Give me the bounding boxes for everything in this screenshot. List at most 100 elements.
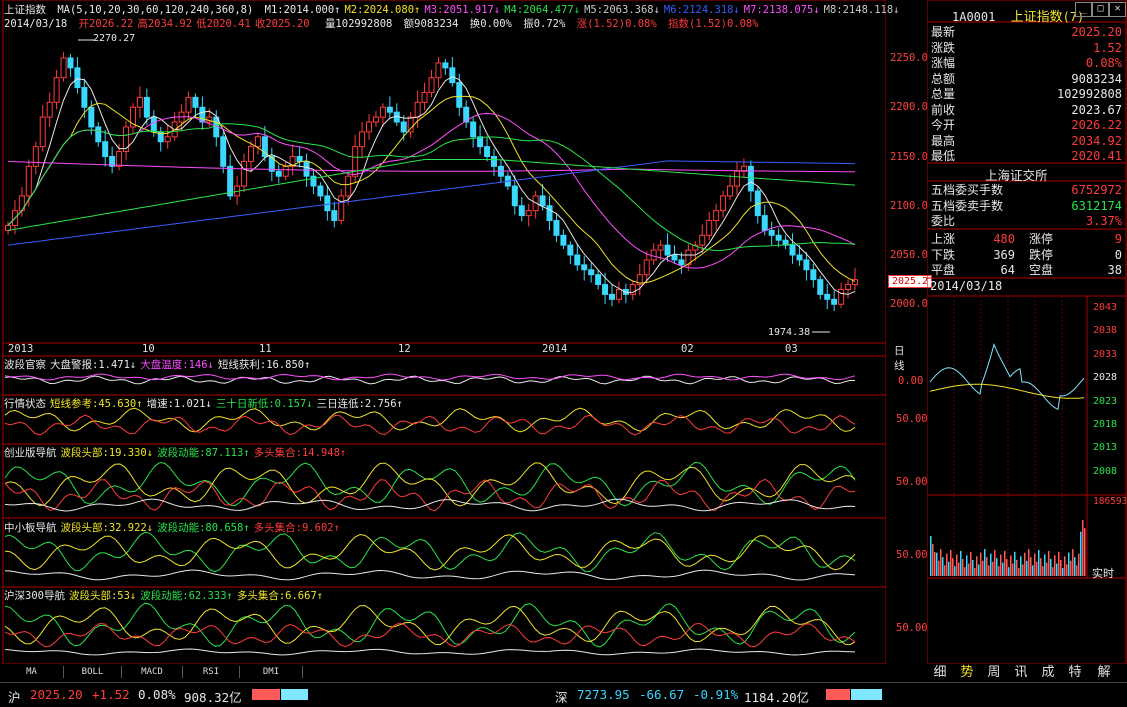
order-book-value: 3.37%	[1085, 214, 1122, 228]
tab-detail[interactable]: 细	[930, 664, 950, 682]
header-amplitude: 振0.72%	[523, 18, 566, 30]
panel-2-line-a	[4, 407, 856, 433]
intraday-volume-bar	[980, 552, 982, 576]
quote-value: 2020.41	[1071, 149, 1122, 163]
header-change: 涨(1.52)0.08%	[576, 18, 657, 30]
intraday-volume-bar	[964, 567, 966, 576]
intraday-volume-bar	[946, 553, 948, 576]
intraday-volume-bar	[982, 560, 984, 576]
intraday-volume-bar	[1066, 564, 1068, 576]
candle-body	[359, 131, 366, 148]
intraday-volume-bar	[984, 549, 986, 576]
intraday-volume-bar	[1006, 559, 1008, 576]
tab-week[interactable]: 周	[984, 664, 1004, 682]
intraday-volume-bar	[976, 556, 978, 576]
candle-body	[553, 220, 560, 236]
tab-special[interactable]: 特	[1065, 664, 1085, 682]
tab-dmi[interactable]: DMI	[240, 666, 303, 678]
panel-1-axis: 0.00	[898, 375, 924, 387]
quote-row: 最高 2034.92	[931, 134, 1122, 149]
mini-chart-tick: 2043	[1093, 302, 1118, 313]
maximize-button[interactable]: □	[1092, 2, 1109, 17]
candle-body	[136, 96, 143, 108]
order-book-label: 五档委卖手数	[931, 198, 1004, 213]
price-tick-2100: 2100.0	[890, 200, 928, 212]
intraday-volume-bar	[1074, 557, 1076, 576]
security-name: 上证指数	[1010, 10, 1063, 25]
candle-body	[435, 62, 442, 79]
tab-rsi[interactable]: RSI	[183, 666, 240, 678]
tab-trades[interactable]: 成	[1038, 664, 1058, 682]
panel-2-item-1: 短线参考:45.630↑	[50, 398, 143, 410]
mini-chart-tick: 2033	[1093, 348, 1118, 360]
main-chart[interactable]: 上证指数 MA(5,10,20,30,60,120,240,360,8) M1:…	[0, 0, 933, 664]
intraday-volume-bar	[1020, 556, 1022, 576]
panel-2-axis: 50.00	[896, 413, 928, 425]
candle-body	[324, 195, 331, 212]
intraday-volume-bar	[1082, 520, 1084, 576]
candle-body	[643, 259, 650, 276]
high-annotation: 2270.27	[93, 33, 136, 44]
security-code: 1A0001	[952, 10, 996, 24]
intraday-volume-bar	[1022, 564, 1024, 576]
quote-row: 总额 9083234	[931, 72, 1122, 87]
tab-macd[interactable]: MACD	[122, 666, 183, 678]
candle-body	[678, 259, 685, 266]
tab-boll[interactable]: BOLL	[64, 666, 122, 678]
intraday-volume-bar	[960, 550, 962, 576]
sh-change: +1.52	[92, 687, 130, 702]
candle-body	[671, 254, 678, 261]
candle-body	[706, 220, 713, 236]
sz-breadth-bar	[826, 689, 882, 700]
candle-body	[296, 156, 303, 162]
intraday-volume-bar	[1016, 559, 1018, 576]
order-book-label: 委比	[931, 214, 956, 228]
tab-news[interactable]: 讯	[1011, 664, 1031, 682]
breadth-value: 38	[1107, 263, 1122, 277]
intraday-volume-bar	[1054, 555, 1056, 576]
breadth-row: 平盘 64 空盘 38	[931, 263, 1122, 278]
intraday-volume-bar	[1042, 566, 1044, 576]
candle-body	[824, 293, 831, 300]
mini-chart-tick: 2008	[1093, 465, 1118, 477]
ma-value-1: M1:2014.000↑	[264, 4, 341, 16]
intraday-volume-bar	[1064, 556, 1066, 576]
sh-amount: 908.32亿	[184, 690, 242, 705]
candle-body	[442, 62, 449, 69]
intraday-volume-bar	[974, 568, 976, 576]
realtime-label[interactable]: 实时	[1092, 565, 1114, 581]
tab-trend[interactable]: 势	[957, 664, 977, 682]
candle-body	[220, 136, 227, 167]
price-tick-2200: 2200.0	[890, 101, 928, 113]
candle-body	[747, 165, 754, 192]
intraday-volume-bar	[1002, 562, 1004, 576]
panel-3-line-c	[4, 478, 856, 512]
ohlc-header: 2014/03/18 开2026.22 高2034.92 低2020.41 收2025…	[4, 18, 764, 31]
quote-row: 涨跌 1.52	[931, 41, 1122, 56]
close-button[interactable]: ✕	[1109, 2, 1126, 17]
ma-value-4: M4:2064.477↓	[504, 4, 581, 16]
intraday-volume-bar	[1080, 531, 1082, 576]
intraday-volume-bar	[1078, 553, 1080, 576]
panel-3-line-b	[4, 462, 856, 507]
tab-ma[interactable]: MA	[0, 666, 64, 678]
quote-row: 总量 102992808	[931, 87, 1122, 102]
minimize-button[interactable]: _	[1075, 2, 1092, 17]
intraday-volume-bar	[1070, 560, 1072, 576]
candle-body	[588, 269, 595, 276]
tab-explain[interactable]: 解	[1094, 664, 1114, 682]
quote-value: 102992808	[1056, 87, 1122, 101]
panel-4-line-b	[4, 533, 856, 571]
quote-label: 总额	[931, 71, 956, 86]
intraday-volume-bar	[986, 557, 988, 576]
candle-body	[699, 234, 706, 246]
x-label-03: 03	[785, 343, 798, 355]
candle-body	[102, 141, 109, 158]
period-label[interactable]: 日线	[894, 343, 905, 373]
quote-label: 涨幅	[931, 56, 956, 70]
ohlc-1: 开2026.22	[78, 18, 134, 30]
chart-canvas[interactable]	[0, 0, 886, 664]
panel-4-line-a	[4, 531, 856, 573]
quote-label: 总量	[931, 87, 956, 101]
panel-1-item-3: 短线获利:16.850↑	[217, 359, 311, 371]
